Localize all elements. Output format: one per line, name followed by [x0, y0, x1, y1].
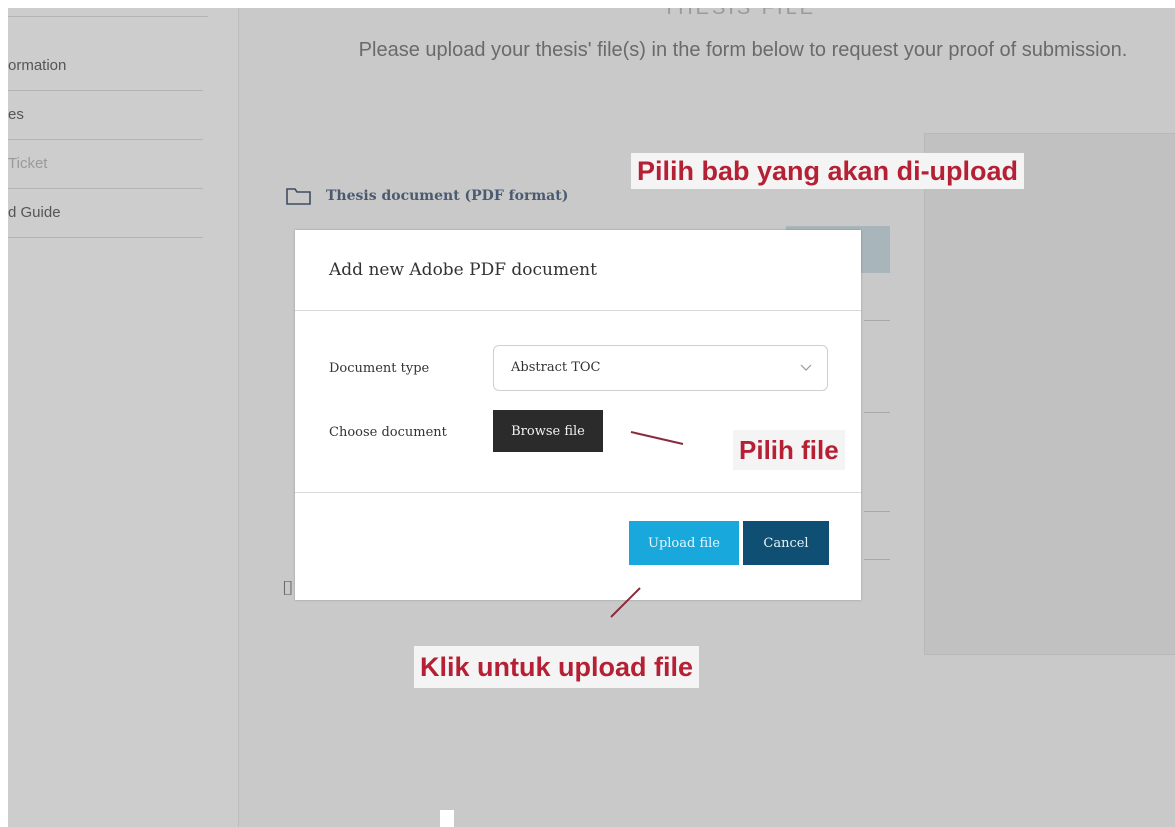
background-divider	[864, 320, 890, 321]
add-document-modal: Add new Adobe PDF document Document type…	[295, 230, 861, 600]
cancel-button[interactable]: Cancel	[743, 521, 829, 565]
sidebar-item-guide[interactable]: d Guide	[8, 189, 203, 238]
sidebar-top-divider	[8, 16, 208, 17]
screenshot-area: ormation es Ticket d Guide THESIS FILE P…	[8, 8, 1175, 827]
annotation-choose-chapter: Pilih bab yang akan di-upload	[631, 153, 1025, 189]
sidebar-item-information[interactable]: ormation	[8, 42, 203, 91]
sidebar: ormation es Ticket d Guide	[8, 8, 239, 827]
annotation-click-upload: Klik untuk upload file	[414, 646, 700, 688]
choose-document-label: Choose document	[329, 425, 447, 440]
annotation-choose-file: Pilih file	[733, 430, 845, 470]
modal-header-divider	[295, 310, 861, 311]
background-divider	[864, 412, 890, 413]
sidebar-item-ticket[interactable]: Ticket	[8, 140, 203, 189]
background-divider	[864, 511, 890, 512]
modal-title: Add new Adobe PDF document	[329, 260, 597, 280]
pointer-line-browse	[630, 431, 684, 445]
background-divider	[864, 559, 890, 560]
intro-text: Please upload your thesis' file(s) in th…	[358, 39, 1128, 61]
right-panel	[924, 133, 1175, 655]
section-title: Thesis document (PDF format)	[326, 188, 569, 204]
sidebar-item-files[interactable]: es	[8, 91, 203, 140]
modal-footer-divider	[295, 492, 861, 493]
pointer-line-upload	[610, 587, 641, 618]
document-type-select[interactable]: Abstract TOC	[493, 345, 828, 391]
upload-file-button[interactable]: Upload file	[629, 521, 739, 565]
image-artifact	[440, 810, 454, 827]
document-type-value: Abstract TOC	[511, 360, 601, 375]
document-type-label: Document type	[329, 361, 430, 376]
page-title-cut: THESIS FILE	[663, 8, 817, 19]
chevron-down-icon	[799, 360, 813, 374]
browse-file-button[interactable]: Browse file	[493, 410, 603, 452]
background-folder-icon: ⌷	[282, 578, 294, 600]
folder-icon	[286, 187, 311, 206]
section-heading-thesis-document: Thesis document (PDF format)	[286, 184, 568, 208]
